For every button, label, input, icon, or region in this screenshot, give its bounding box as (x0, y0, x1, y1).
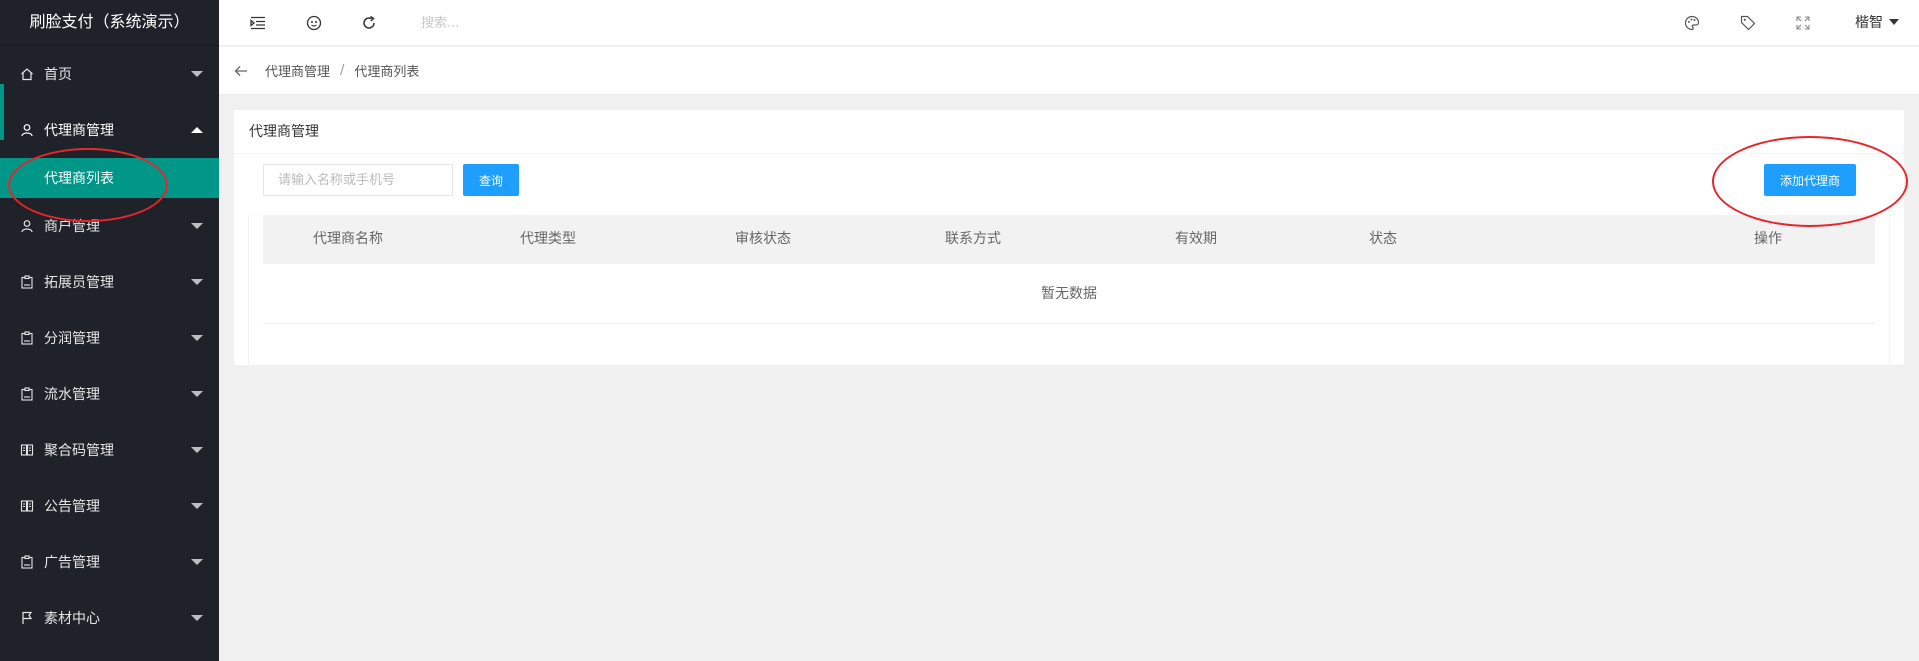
chevron-down-icon (191, 223, 203, 229)
breadcrumb: 代理商管理 / 代理商列表 (219, 47, 1919, 95)
sidebar-item-aggregate-code-management[interactable]: 聚合码管理 (0, 422, 219, 478)
user-menu[interactable]: 楷智 (1855, 12, 1899, 32)
chevron-down-icon (191, 615, 203, 621)
clipboard-icon (20, 331, 34, 345)
clipboard-icon (20, 555, 34, 569)
column-header-agent-type: 代理类型 (520, 231, 576, 247)
user-name: 楷智 (1855, 15, 1883, 31)
chevron-down-icon (191, 335, 203, 341)
back-arrow-icon[interactable] (233, 63, 249, 79)
brand-title: 刷脸支付（系统演示） (0, 0, 219, 46)
sidebar-item-label: 分润管理 (44, 331, 100, 347)
table-empty-state: 暂无数据 (263, 264, 1875, 324)
column-header-validity: 有效期 (1175, 231, 1217, 247)
sidebar-item-profit-management[interactable]: 分润管理 (0, 310, 219, 366)
chevron-up-icon (191, 127, 203, 133)
breadcrumb-item-agent-list: 代理商列表 (354, 65, 420, 80)
chevron-down-icon (191, 503, 203, 509)
flag-icon (20, 611, 34, 625)
search-input[interactable] (419, 8, 659, 38)
sidebar-subitem-agent-list[interactable]: 代理商列表 (0, 158, 219, 198)
home-icon (20, 67, 34, 81)
clipboard-icon (20, 275, 34, 289)
sidebar-item-label: 广告管理 (44, 555, 100, 571)
agent-table: 代理商名称 代理类型 审核状态 联系方式 有效期 状态 操作 暂无数据 (248, 215, 1890, 367)
column-header-contact: 联系方式 (945, 231, 1001, 247)
table-header: 代理商名称 代理类型 审核状态 联系方式 有效期 状态 操作 (263, 215, 1875, 264)
column-header-review-status: 审核状态 (735, 231, 791, 247)
sidebar-item-label: 商户管理 (44, 219, 100, 235)
card-title: 代理商管理 (234, 110, 1904, 154)
sidebar: 刷脸支付（系统演示） 首页 代理商管理 代理商列表 商户管理 拓展员管理 分润管… (0, 0, 219, 661)
add-agent-button[interactable]: 添加代理商 (1764, 164, 1856, 196)
chevron-down-icon (191, 71, 203, 77)
column-header-status: 状态 (1369, 231, 1397, 247)
column-header-agent-name: 代理商名称 (313, 231, 383, 247)
user-icon (20, 219, 34, 233)
sidebar-item-promoter-management[interactable]: 拓展员管理 (0, 254, 219, 310)
website-icon[interactable] (303, 12, 325, 34)
chevron-down-icon (191, 279, 203, 285)
chevron-down-icon (191, 447, 203, 453)
column-header-actions: 操作 (1754, 231, 1782, 247)
fullscreen-icon[interactable] (1792, 12, 1814, 34)
theme-palette-icon[interactable] (1681, 12, 1703, 34)
sidebar-item-transaction-management[interactable]: 流水管理 (0, 366, 219, 422)
sidebar-item-label: 公告管理 (44, 499, 100, 515)
search-name-phone-input[interactable] (263, 164, 453, 196)
sidebar-item-merchant-management[interactable]: 商户管理 (0, 198, 219, 254)
agent-management-card: 代理商管理 查询 添加代理商 代理商名称 代理类型 审核状态 联系方式 有效期 … (234, 110, 1904, 367)
topbar: 楷智 (219, 0, 1919, 46)
sidebar-item-label: 代理商管理 (44, 123, 114, 139)
sidebar-item-announcement-management[interactable]: 公告管理 (0, 478, 219, 534)
chevron-down-icon (1889, 19, 1899, 25)
breadcrumb-separator: / (340, 63, 345, 78)
sidebar-subitem-label: 代理商列表 (44, 171, 114, 187)
tag-icon[interactable] (1737, 12, 1759, 34)
sidebar-item-home[interactable]: 首页 (0, 46, 219, 140)
sidebar-item-label: 素材中心 (44, 611, 100, 627)
chevron-down-icon (191, 559, 203, 565)
user-icon (20, 123, 34, 137)
breadcrumb-item-agent-management[interactable]: 代理商管理 (265, 61, 330, 80)
document-icon (20, 499, 34, 513)
sidebar-item-label: 聚合码管理 (44, 443, 114, 459)
sidebar-item-label: 首页 (44, 67, 72, 83)
menu-fold-icon[interactable] (247, 12, 269, 34)
query-button[interactable]: 查询 (463, 164, 519, 196)
sidebar-item-agent-management[interactable]: 代理商管理 (0, 102, 219, 158)
sidebar-menu: 首页 代理商管理 代理商列表 商户管理 拓展员管理 分润管理 流水管理 聚合码管… (0, 46, 219, 646)
sidebar-item-ad-management[interactable]: 广告管理 (0, 534, 219, 590)
chevron-down-icon (191, 391, 203, 397)
clipboard-icon (20, 387, 34, 401)
document-icon (20, 443, 34, 457)
sidebar-item-label: 流水管理 (44, 387, 100, 403)
refresh-icon[interactable] (358, 12, 380, 34)
sidebar-item-label: 拓展员管理 (44, 275, 114, 291)
sidebar-item-material-center[interactable]: 素材中心 (0, 590, 219, 646)
